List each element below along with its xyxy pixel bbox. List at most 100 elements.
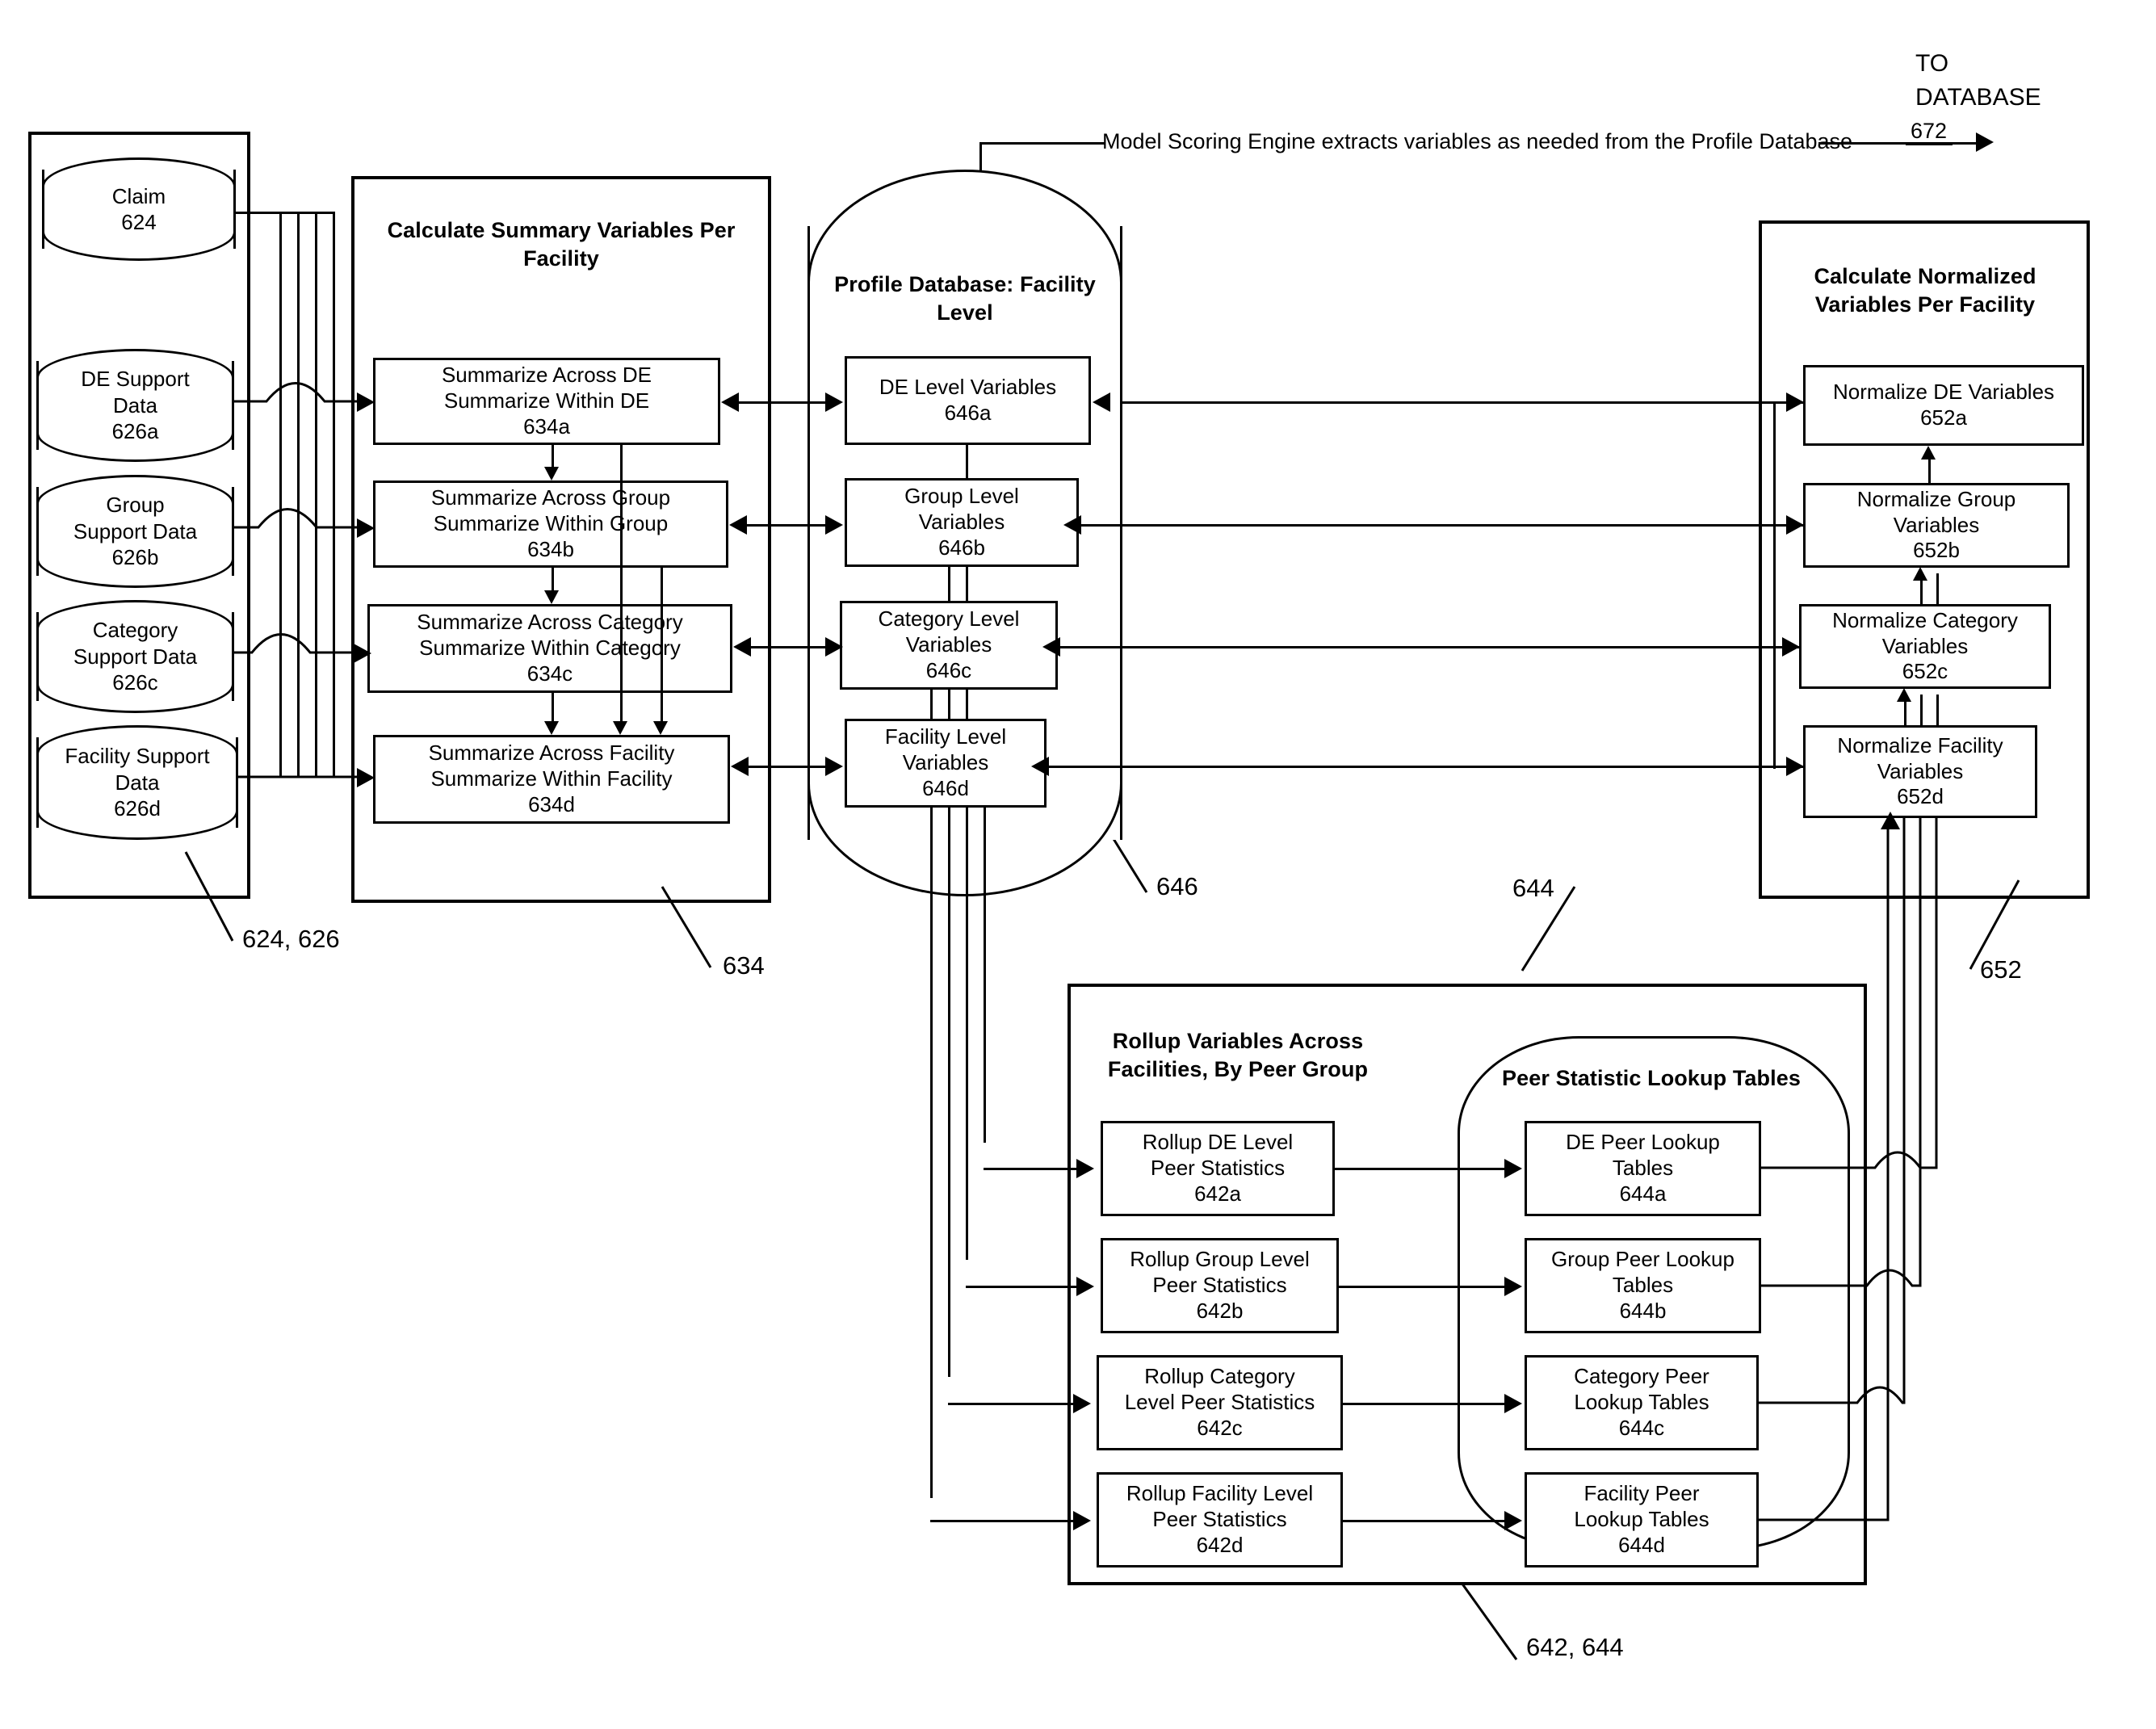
node-644d-line1: Facility Peer	[1583, 1481, 1700, 1506]
normalize-title-line1: Calculate Normalized	[1814, 264, 2036, 288]
rollup-title-line3: Group	[1302, 1057, 1369, 1082]
bus-claim	[333, 212, 335, 777]
node-652c-line2: Variables	[1881, 633, 1969, 658]
node-634a-line1: Summarize Across DE	[441, 363, 652, 388]
ref-644: 644	[1512, 874, 1554, 902]
db-to-642c-arrow	[1073, 1394, 1091, 1413]
summary-title-line1: Calculate Summary	[387, 218, 591, 242]
node-646d-ref: 646d	[922, 775, 969, 800]
rollup-title-line1: Rollup Variables Across	[1112, 1029, 1364, 1053]
link-646c-646d-b	[948, 690, 950, 719]
category-support-ref: 626c	[112, 670, 158, 695]
node-652a: Normalize DE Variables 652a	[1803, 365, 2084, 446]
chain-652d-652c-b	[1920, 695, 1923, 725]
node-646d-line1: Facility Level	[884, 724, 1007, 749]
link-634b-646b	[745, 524, 833, 527]
feed-626d-arrow	[357, 768, 375, 787]
node-642d: Rollup Facility Level Peer Statistics 64…	[1097, 1472, 1343, 1567]
link-634b-646b-right	[825, 515, 843, 535]
link-634d-646d-left	[731, 757, 749, 776]
db-bus-2	[948, 808, 950, 1377]
lookup-title-line2: Tables	[1732, 1066, 1801, 1090]
node-652d-line1: Normalize Facility	[1837, 732, 2003, 757]
chain-652d-652c-c	[1936, 695, 1939, 725]
db-to-642d-arrow	[1073, 1511, 1091, 1530]
node-644d: Facility Peer Lookup Tables 644d	[1525, 1472, 1759, 1567]
data-store-category-support: Category Support Data 626c	[36, 600, 234, 713]
bus-claim-c	[297, 212, 300, 777]
node-652a-line1: Normalize DE Variables	[1832, 380, 2055, 405]
node-644c: Category Peer Lookup Tables 644c	[1525, 1355, 1759, 1450]
link-646b-646c-a	[948, 567, 950, 601]
link-634d-646d-right	[825, 757, 843, 776]
link-634a-646a-right	[825, 392, 843, 412]
patent-figure-canvas: Model Scoring Engine extracts variables …	[0, 0, 2156, 1729]
node-644b: Group Peer Lookup Tables 644b	[1525, 1238, 1761, 1333]
node-644a-line2: Tables	[1612, 1156, 1674, 1181]
node-652b-line2: Variables	[1893, 512, 1980, 537]
node-634c-line2: Summarize Within Category	[419, 636, 681, 661]
skip-634a-634d	[620, 445, 623, 727]
summary-group-title: Calculate Summary Variables Per Facility	[361, 216, 761, 273]
node-644c-line1: Category Peer	[1574, 1364, 1709, 1389]
group-support-ref: 626b	[111, 545, 159, 570]
node-634a-line2: Summarize Within DE	[443, 388, 650, 413]
node-634d: Summarize Across Facility Summarize With…	[373, 735, 730, 824]
link-652b-646b-head	[1063, 515, 1081, 535]
to-database-arrowhead	[1976, 132, 1994, 152]
node-652b: Normalize Group Variables 652b	[1803, 483, 2070, 568]
node-646d-line2: Variables	[902, 750, 989, 775]
node-642b: Rollup Group Level Peer Statistics 642b	[1101, 1238, 1339, 1333]
facility-support-line2: Data	[115, 770, 160, 795]
node-642c-line1: Rollup Category	[1144, 1364, 1295, 1389]
node-646a-line1: DE Level Variables	[879, 375, 1057, 400]
node-642a: Rollup DE Level Peer Statistics 642a	[1101, 1121, 1335, 1216]
link-634d-646d	[746, 766, 835, 768]
normalize-title-line3: Per Facility	[1917, 292, 2036, 317]
arrow-642d-644d-line	[1343, 1520, 1506, 1522]
link-646c-646d-a	[930, 690, 933, 719]
link-634c-646c	[749, 646, 833, 648]
to-database-label-line1: TO	[1915, 50, 1949, 77]
link-634a-646a	[736, 401, 833, 404]
chain-652d-652c-arrow	[1897, 688, 1911, 702]
node-652b-ref: 652b	[1913, 538, 1960, 563]
chain-652c-652b-arrow	[1913, 567, 1927, 581]
arrow-642b-644b-line	[1339, 1286, 1506, 1288]
node-646c-line1: Category Level	[878, 606, 1020, 632]
node-642a-ref: 642a	[1194, 1181, 1241, 1206]
node-652a-ref: 652a	[1920, 405, 1967, 430]
claim-ref: 624	[121, 210, 157, 234]
arrow-642b-644b-head	[1504, 1277, 1522, 1296]
db-to-642b	[966, 1286, 1076, 1288]
rail-arrow-652c	[1782, 637, 1800, 657]
node-642c-line2: Level Peer Statistics	[1124, 1390, 1315, 1415]
rollup-title-line2: Facilities, By Peer	[1107, 1057, 1296, 1082]
node-644d-line2: Lookup Tables	[1574, 1507, 1709, 1532]
skip-634b-634d-arrow	[653, 721, 668, 735]
node-634b-ref: 634b	[527, 536, 574, 561]
node-652c-ref: 652c	[1902, 659, 1948, 684]
node-644d-ref: 644d	[1618, 1532, 1665, 1557]
node-646a-ref: 646a	[944, 401, 992, 425]
link-634b-646b-left	[729, 515, 747, 535]
chain-634b-634c-arrow	[544, 590, 559, 604]
de-support-ref: 626a	[111, 419, 159, 444]
node-652d-line2: Variables	[1877, 758, 1964, 783]
node-646c-ref: 646c	[925, 657, 972, 682]
feed-626a-arrow	[357, 392, 375, 412]
node-642c-ref: 642c	[1197, 1415, 1243, 1440]
node-646b-line2: Variables	[918, 510, 1005, 535]
node-646b: Group Level Variables 646b	[845, 478, 1079, 567]
node-634b-line1: Summarize Across Group	[430, 485, 671, 510]
node-652c-line1: Normalize Category	[1832, 607, 2018, 632]
arrow-642c-644c-head	[1504, 1394, 1522, 1413]
category-support-line2: Support Data	[73, 644, 198, 669]
node-634b-line2: Summarize Within Group	[433, 511, 669, 536]
node-644a: DE Peer Lookup Tables 644a	[1525, 1121, 1761, 1216]
feed-626b-arrow	[357, 518, 375, 538]
node-646d: Facility Level Variables 646d	[845, 719, 1047, 808]
claim-label: Claim	[111, 183, 166, 208]
facility-support-line1: Facility Support	[65, 744, 210, 769]
claim-out-line	[236, 212, 333, 214]
